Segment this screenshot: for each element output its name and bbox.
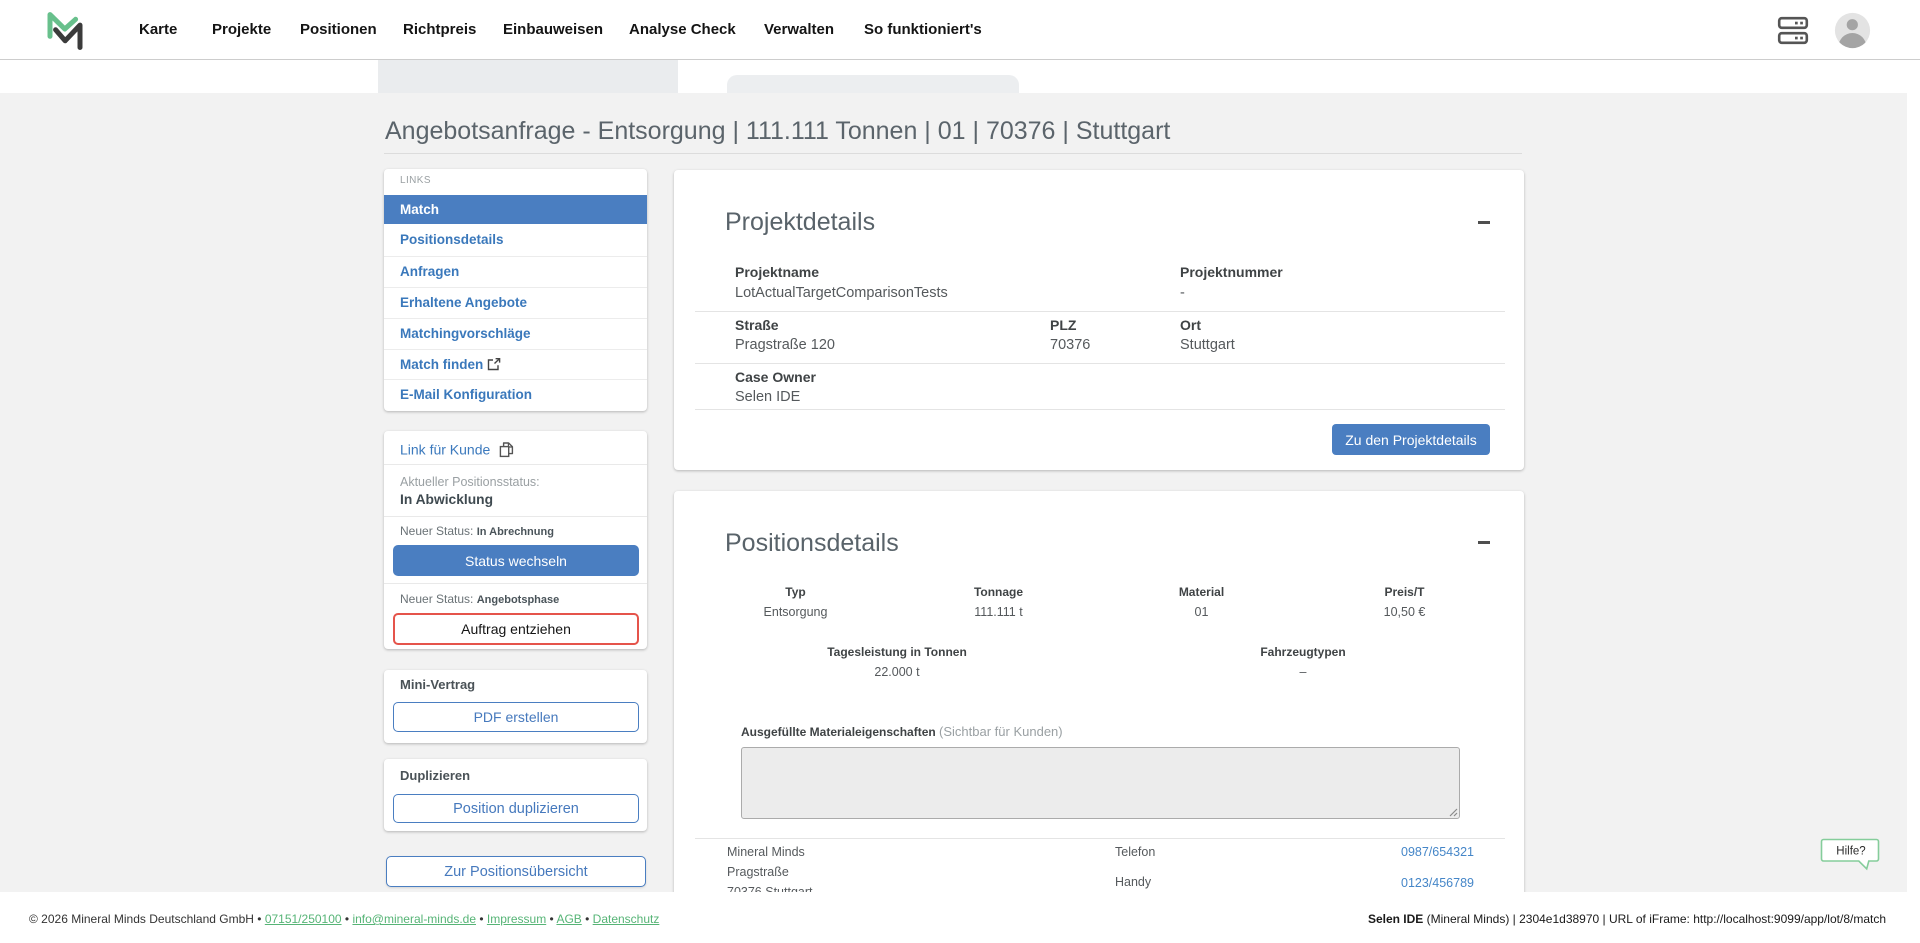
svg-text:Hilfe?: Hilfe? [1836, 846, 1865, 858]
